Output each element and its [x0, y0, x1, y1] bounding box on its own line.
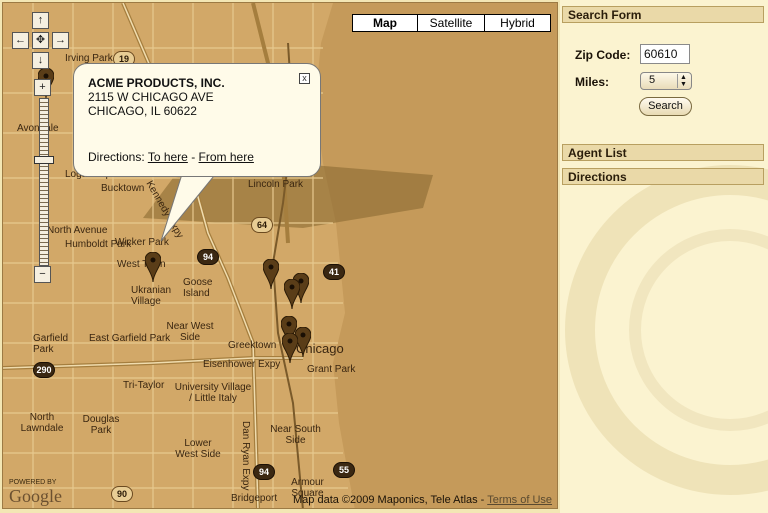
miles-select[interactable]: 5 ▲ ▼: [640, 72, 692, 90]
close-icon[interactable]: x: [299, 73, 310, 84]
location-marker-icon[interactable]: [284, 279, 300, 309]
route-shield: 55: [333, 462, 355, 478]
pan-up-button[interactable]: ↑: [32, 12, 49, 29]
pan-right-button[interactable]: →: [52, 32, 69, 49]
map-label: Dan Ryan Expy: [240, 421, 251, 491]
map-label: Garfield Park: [33, 333, 69, 355]
copyright-text: Map data ©2009 Maponics, Tele Atlas -: [293, 494, 485, 506]
map-label: Lincoln Park: [248, 179, 304, 190]
location-marker-icon[interactable]: [282, 333, 298, 363]
search-form-header[interactable]: Search Form: [562, 6, 764, 23]
agent-list-header[interactable]: Agent List: [562, 144, 764, 161]
from-here-link[interactable]: From here: [199, 150, 254, 164]
route-shield: 41: [323, 264, 345, 280]
search-button[interactable]: Search: [639, 97, 692, 116]
map-label: North Avenue: [47, 225, 108, 236]
directions-header[interactable]: Directions: [562, 168, 764, 185]
miles-selected-value: 5: [649, 74, 656, 86]
route-shield: 290: [33, 362, 55, 378]
directions-label: Directions:: [88, 150, 145, 164]
google-logo-text: Google: [9, 486, 62, 506]
zoom-slider-track[interactable]: [39, 98, 49, 266]
map-label: Bucktown: [101, 183, 145, 194]
map-label: Eisenhower Expy: [203, 359, 281, 370]
map-label: Ukranian Village: [131, 285, 172, 307]
map-label: Grant Park: [307, 364, 356, 375]
map-label: University Village / Little Italy: [174, 382, 252, 404]
directions-row: Directions: To here - From here: [88, 150, 306, 164]
map-type-hybrid-button[interactable]: Hybrid: [484, 15, 550, 31]
terms-of-use-link[interactable]: Terms of Use: [487, 494, 552, 506]
route-shield: 64: [251, 217, 273, 233]
map-label: East Garfield Park: [89, 333, 171, 344]
miles-label: Miles:: [575, 75, 610, 89]
info-window-tail: [160, 171, 219, 242]
location-marker-icon[interactable]: [263, 259, 279, 289]
map-label: North Lawndale: [20, 412, 64, 434]
map-label: Near West Side: [166, 321, 214, 343]
map-label: Tri-Taylor: [123, 380, 165, 391]
map-label: Near South Side: [270, 424, 321, 446]
location-marker-icon[interactable]: [145, 252, 161, 282]
map-copyright: Map data ©2009 Maponics, Tele Atlas - Te…: [293, 494, 552, 506]
map-label: Douglas Park: [82, 414, 120, 436]
select-arrows-icon: ▲ ▼: [677, 74, 689, 88]
google-logo[interactable]: POWERED BY Google: [9, 479, 62, 507]
address-line-1: 2115 W CHICAGO AVE: [88, 90, 214, 104]
map-canvas[interactable]: Irving Park Rd Avondale Logan Square Buc…: [2, 2, 558, 509]
zip-code-label: Zip Code:: [575, 48, 631, 62]
map-label: Avondale: [17, 123, 59, 134]
zoom-out-button[interactable]: −: [34, 266, 51, 283]
business-name: ACME PRODUCTS, INC.: [88, 76, 225, 90]
zoom-slider-handle[interactable]: [34, 156, 54, 164]
directions-separator: -: [191, 150, 196, 164]
map-type-map-button[interactable]: Map: [353, 15, 417, 31]
route-shield: 90: [111, 486, 133, 502]
map-label: Bridgeport: [231, 493, 278, 504]
zoom-in-button[interactable]: +: [34, 79, 51, 96]
map-label: Greektown: [228, 340, 277, 351]
map-type-control: Map Satellite Hybrid: [352, 14, 551, 32]
powered-by-text: POWERED BY: [9, 479, 57, 486]
map-type-satellite-button[interactable]: Satellite: [417, 15, 484, 31]
pan-down-button[interactable]: ↓: [32, 52, 49, 69]
zip-code-input[interactable]: [640, 44, 690, 64]
info-window: x ACME PRODUCTS, INC. 2115 W CHICAGO AVE…: [73, 63, 321, 177]
pan-left-button[interactable]: ←: [12, 32, 29, 49]
address-line-2: CHICAGO, IL 60622: [88, 104, 197, 118]
route-shield: 94: [197, 249, 219, 265]
map-label: Goose Island: [183, 277, 213, 299]
map-label: Lower West Side: [175, 438, 221, 460]
pan-center-button[interactable]: ✥: [32, 32, 49, 49]
route-shield: 94: [253, 464, 275, 480]
to-here-link[interactable]: To here: [148, 150, 188, 164]
